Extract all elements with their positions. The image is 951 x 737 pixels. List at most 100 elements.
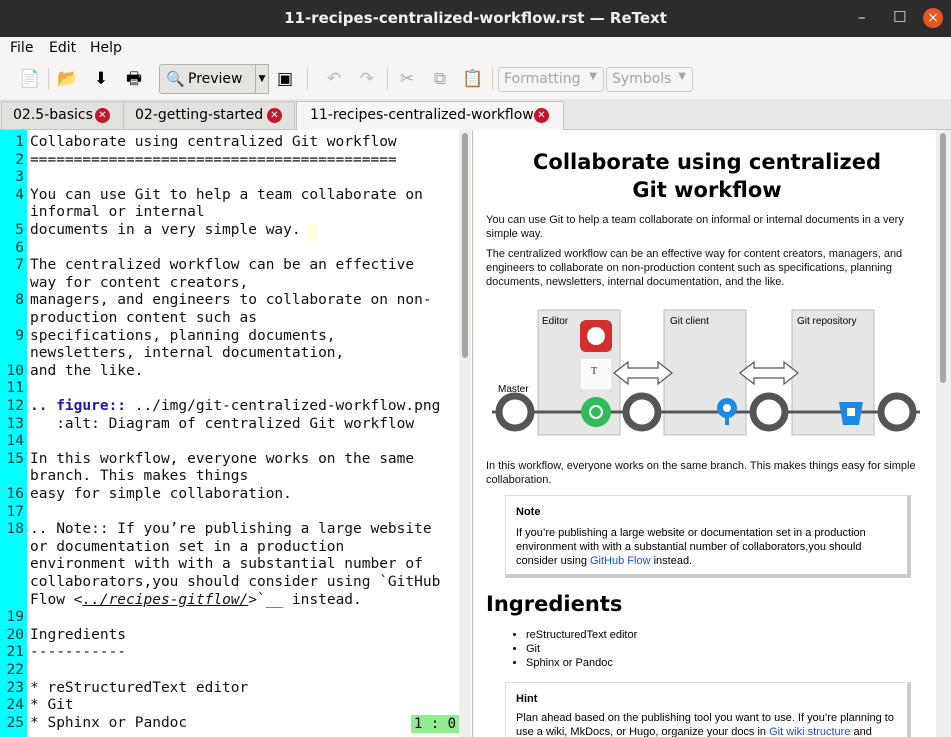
hint-title: Hint bbox=[516, 693, 538, 705]
window-title: 11-recipes-centralized-workflow.rst — Re… bbox=[284, 9, 667, 27]
line-number-gutter: 1 2 3 4 5 6 7 8 9 10 11 12 13 14 15 16 17 18 19 20 21 22 23 24 2… bbox=[0, 130, 27, 737]
sourcetree-center bbox=[723, 404, 731, 412]
code-line: The centralized workflow can be an effec… bbox=[30, 257, 415, 274]
tab-label: 11-recipes-centralized-workflow bbox=[310, 107, 534, 123]
scrollbar-thumb[interactable] bbox=[940, 133, 946, 383]
github-flow-link[interactable]: GitHub Flow bbox=[590, 555, 651, 567]
code-line: .. figure:: ../img/git-centralized-workf… bbox=[30, 398, 441, 414]
preview-paragraph: You can use Git to help a team collabora… bbox=[486, 214, 904, 240]
code-line: You can use Git to help a team collabora… bbox=[30, 186, 423, 203]
close-tab-icon[interactable]: ✕ bbox=[534, 108, 549, 123]
code-line: ----------- bbox=[30, 644, 127, 661]
close-tab-icon[interactable]: ✕ bbox=[267, 108, 282, 123]
list-item: reStructuredText editor bbox=[526, 628, 637, 642]
preview-title: Collaborate using centralized Git workfl… bbox=[532, 150, 882, 202]
redo-icon[interactable]: ↷ bbox=[355, 68, 379, 90]
minimize-button[interactable]: – bbox=[858, 8, 866, 26]
preview-label: Preview bbox=[188, 71, 243, 87]
maximize-button[interactable]: ☐ bbox=[893, 8, 906, 26]
note-title: Note bbox=[516, 506, 541, 518]
paste-icon[interactable]: 📋 bbox=[461, 68, 485, 90]
symbols-combo[interactable]: Symbols ▼ bbox=[606, 67, 693, 92]
undo-icon[interactable]: ↶ bbox=[322, 68, 346, 90]
hint-text: Plan ahead based on the publishing tool … bbox=[516, 711, 896, 737]
line-number: 2 bbox=[15, 151, 24, 168]
chevron-down-icon: ▼ bbox=[589, 71, 597, 82]
line-number: 25 bbox=[6, 714, 24, 731]
toolbar-separator bbox=[492, 68, 493, 90]
list-item: Sphinx or Pandoc bbox=[526, 656, 637, 670]
preview-paragraph: In this workflow, everyone works on the … bbox=[486, 460, 916, 486]
line-number: 14 bbox=[6, 433, 24, 450]
line-number: 22 bbox=[6, 662, 24, 678]
code-line: Collaborate using centralized Git workfl… bbox=[30, 134, 397, 150]
code-line: informal or internal bbox=[30, 204, 205, 221]
ingredients-heading: Ingredients bbox=[486, 592, 623, 616]
sync-arrow-client-repository bbox=[739, 360, 799, 386]
tab-11-recipes-centralized-workflow[interactable]: 11-recipes-centralized-workflow ✕ bbox=[296, 101, 564, 131]
commit-node bbox=[877, 392, 917, 432]
code-line: * reStructuredText editor bbox=[30, 679, 249, 696]
menu-bar: File Edit Help bbox=[0, 37, 951, 59]
code-line: branch. This makes things bbox=[30, 468, 249, 485]
tab-bar: 02.5-basics ✕ 02-getting-started ✕ 11-re… bbox=[0, 99, 951, 131]
git-wiki-structure-link[interactable]: Git wiki structure bbox=[769, 726, 850, 737]
save-icon[interactable]: ⬇ bbox=[89, 68, 113, 90]
list-item: Git bbox=[526, 642, 637, 656]
line-number: 8 bbox=[15, 292, 24, 309]
copy-icon[interactable]: ⧉ bbox=[428, 68, 452, 90]
code-line: newsletters, internal documentation, bbox=[30, 345, 345, 362]
atom-icon bbox=[581, 397, 611, 427]
diagram-git-client-label: Git client bbox=[670, 316, 709, 327]
hint-admonition: Hint Plan ahead based on the publishing … bbox=[505, 682, 911, 737]
cursor-position: 1 : 0 bbox=[411, 715, 459, 733]
code-area[interactable]: Collaborate using centralized Git workfl… bbox=[30, 130, 458, 737]
commit-node bbox=[749, 392, 789, 432]
editor-scrollbar[interactable] bbox=[459, 130, 471, 737]
line-number: 15 bbox=[6, 450, 24, 467]
print-icon[interactable]: 🖶 bbox=[122, 68, 146, 90]
bitbucket-gap bbox=[847, 408, 855, 416]
line-number: 7 bbox=[15, 257, 24, 274]
toolbar-separator bbox=[307, 68, 308, 90]
directive-keyword: .. figure:: bbox=[30, 398, 127, 414]
menu-help[interactable]: Help bbox=[90, 40, 122, 56]
scrollbar-thumb[interactable] bbox=[462, 133, 468, 358]
tab-02-getting-started[interactable]: 02-getting-started ✕ bbox=[123, 101, 295, 129]
typora-glyph: T bbox=[591, 366, 597, 377]
code-line: and the like. bbox=[30, 362, 144, 379]
code-line: way for content creators, bbox=[30, 274, 249, 291]
close-tab-icon[interactable]: ✕ bbox=[95, 108, 110, 123]
close-button[interactable]: × bbox=[923, 8, 943, 28]
line-number: 1 bbox=[15, 134, 24, 150]
new-document-icon[interactable]: 📄 bbox=[18, 68, 42, 90]
line-number: 3 bbox=[15, 169, 24, 186]
formatting-combo[interactable]: Formatting ▼ bbox=[498, 67, 604, 92]
line-number: 21 bbox=[6, 644, 24, 661]
code-line: :alt: Diagram of centralized Git workflo… bbox=[30, 415, 415, 432]
preview-dropdown[interactable]: ▼ bbox=[255, 64, 269, 94]
workflow-diagram: Editor Git client Git repository Master … bbox=[492, 309, 920, 436]
menu-edit[interactable]: Edit bbox=[49, 40, 76, 56]
toolbar-separator bbox=[387, 68, 388, 90]
open-folder-icon[interactable]: 📂 bbox=[56, 68, 80, 90]
cut-icon[interactable]: ✂ bbox=[395, 68, 419, 90]
menu-file[interactable]: File bbox=[10, 40, 33, 56]
chevron-down-icon: ▼ bbox=[258, 74, 266, 84]
tab-02-5-basics[interactable]: 02.5-basics ✕ bbox=[1, 101, 124, 129]
tab-label: 02-getting-started bbox=[135, 107, 264, 123]
diagram-editor-label: Editor bbox=[542, 316, 569, 327]
preview-button[interactable]: 🔍 Preview bbox=[159, 64, 257, 94]
code-line: or documentation set in a production bbox=[30, 538, 345, 555]
line-number: 4 bbox=[15, 186, 24, 203]
line-number: 12 bbox=[6, 398, 24, 414]
hint-tail: and bbox=[850, 726, 872, 737]
line-number: 16 bbox=[6, 486, 24, 502]
line-number: 13 bbox=[6, 415, 24, 432]
fullscreen-icon[interactable]: ▣ bbox=[273, 68, 297, 90]
git-repository-box bbox=[791, 309, 875, 436]
source-editor[interactable]: 1 2 3 4 5 6 7 8 9 10 11 12 13 14 15 16 17 18 19 20 21 22 23 24 2… bbox=[0, 130, 473, 737]
code-line: .. Note:: If you’re publishing a large w… bbox=[30, 521, 432, 538]
code-line: In this workflow, everyone works on the … bbox=[30, 450, 415, 467]
preview-scrollbar[interactable] bbox=[936, 130, 951, 737]
